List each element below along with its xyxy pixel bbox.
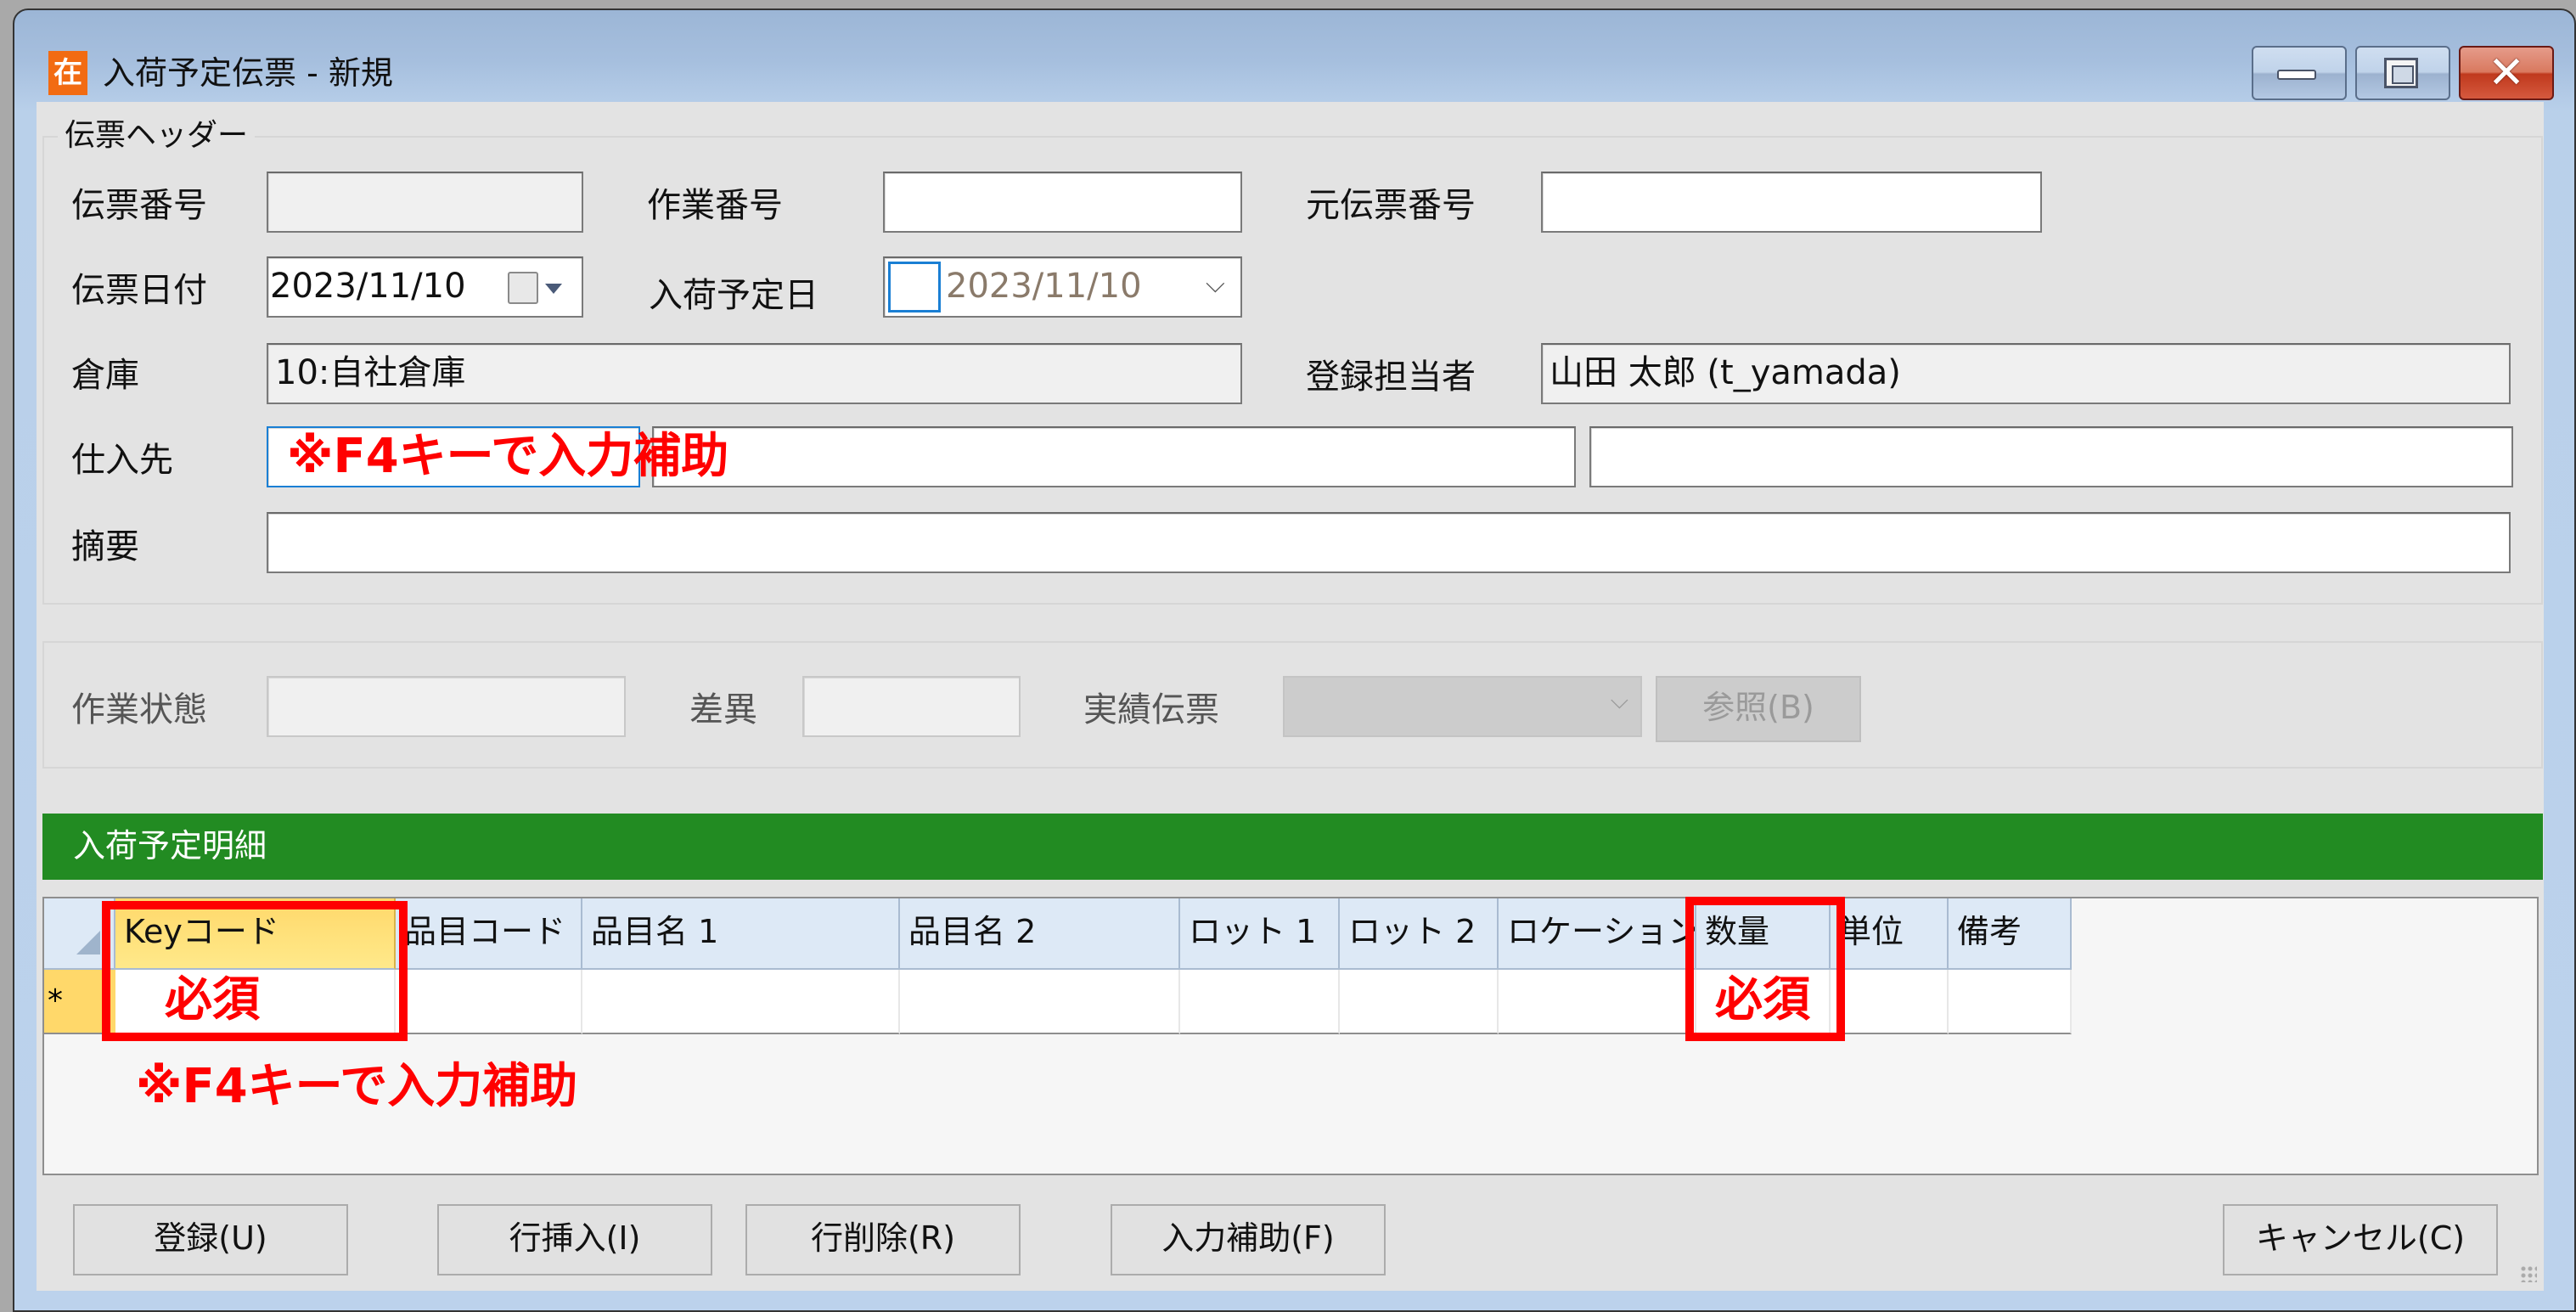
chevron-down-icon: ⌵ [1610, 686, 1628, 714]
new-row-cell[interactable] [900, 970, 1180, 1034]
actual-slip-label: 実績伝票 [1083, 690, 1219, 729]
work-status-label: 作業状態 [71, 690, 207, 729]
supplier-f4-hint: ※F4キーで入力補助 [287, 429, 729, 484]
calendar-icon[interactable] [508, 272, 538, 304]
cancel-button[interactable]: キャンセル(C) [2223, 1204, 2498, 1275]
column-header[interactable]: 品目コード [396, 898, 582, 970]
work-number-label: 作業番号 [647, 186, 783, 225]
keycode-required-label: 必須 [165, 972, 260, 1028]
slip-date-value: 2023/11/10 [270, 267, 466, 306]
arrival-date-checkbox[interactable] [888, 262, 941, 313]
column-header[interactable]: ロケーション [1499, 898, 1696, 970]
window-title: 入荷予定伝票 - 新規 [103, 54, 393, 92]
warehouse-field[interactable]: 10:自社倉庫 [267, 343, 1242, 404]
minimize-icon [2277, 70, 2316, 80]
arrival-date-picker[interactable]: 2023/11/10 ⌵ [883, 256, 1242, 318]
actual-slip-select: ⌵ [1283, 676, 1642, 737]
slip-date-label: 伝票日付 [71, 271, 207, 310]
header-group-title: 伝票ヘッダー [58, 117, 256, 155]
grid-f4-hint: ※F4キーで入力補助 [136, 1059, 578, 1114]
registrant-label: 登録担当者 [1306, 358, 1476, 397]
select-all-icon [76, 931, 100, 954]
slip-number-field[interactable] [267, 172, 583, 233]
insert-row-button[interactable]: 行挿入(I) [437, 1204, 712, 1275]
difference-field [802, 676, 1021, 737]
slip-date-picker[interactable]: 2023/11/10 [267, 256, 583, 318]
close-icon: ✕ [2488, 48, 2525, 99]
registrant-field[interactable]: 山田 太郎 (t_yamada) [1541, 343, 2511, 404]
maximize-icon [2384, 58, 2418, 88]
reference-button: 参照(B) [1656, 676, 1861, 742]
new-row-cell[interactable] [1340, 970, 1499, 1034]
warehouse-label: 倉庫 [71, 356, 139, 395]
column-header[interactable]: 備考 [1949, 898, 2072, 970]
column-header[interactable]: 単位 [1831, 898, 1949, 970]
delete-row-button[interactable]: 行削除(R) [745, 1204, 1021, 1275]
column-header[interactable]: 品目名 2 [900, 898, 1180, 970]
new-row-cell[interactable] [396, 970, 582, 1034]
difference-label: 差異 [689, 690, 757, 729]
memo-field[interactable] [267, 512, 2511, 573]
new-row-cell[interactable] [1499, 970, 1696, 1034]
column-header[interactable]: 品目名 1 [582, 898, 900, 970]
dropdown-arrow-icon[interactable] [545, 284, 562, 294]
arrival-date-label: 入荷予定日 [649, 276, 818, 315]
new-row-cell[interactable] [1949, 970, 2072, 1034]
memo-label: 摘要 [71, 527, 139, 566]
column-header[interactable]: ロット 2 [1340, 898, 1499, 970]
new-row-cell[interactable] [1831, 970, 1949, 1034]
close-button[interactable]: ✕ [2459, 46, 2554, 100]
detail-section-bar: 入荷予定明細 [42, 814, 2543, 880]
original-slip-number-label: 元伝票番号 [1306, 186, 1476, 225]
slip-number-label: 伝票番号 [71, 186, 207, 225]
maximize-button[interactable] [2355, 46, 2450, 100]
chevron-down-icon[interactable]: ⌵ [1206, 258, 1225, 313]
work-number-field[interactable] [883, 172, 1242, 233]
new-row-cell[interactable] [582, 970, 900, 1034]
new-row-cell[interactable] [1180, 970, 1340, 1034]
supplier-name-field[interactable] [652, 426, 1576, 487]
input-assist-button[interactable]: 入力補助(F) [1111, 1204, 1386, 1275]
supplier-extra-field[interactable] [1589, 426, 2513, 487]
original-slip-number-field[interactable] [1541, 172, 2042, 233]
app-icon: 在 [48, 51, 87, 95]
register-button[interactable]: 登録(U) [73, 1204, 348, 1275]
supplier-label: 仕入先 [71, 441, 173, 480]
work-status-field [267, 676, 626, 737]
arrival-date-value: 2023/11/10 [946, 267, 1142, 306]
minimize-button[interactable] [2252, 46, 2347, 100]
resize-grip-icon[interactable] [2520, 1265, 2537, 1282]
column-header[interactable]: ロット 1 [1180, 898, 1340, 970]
quantity-required-label: 必須 [1715, 972, 1810, 1028]
